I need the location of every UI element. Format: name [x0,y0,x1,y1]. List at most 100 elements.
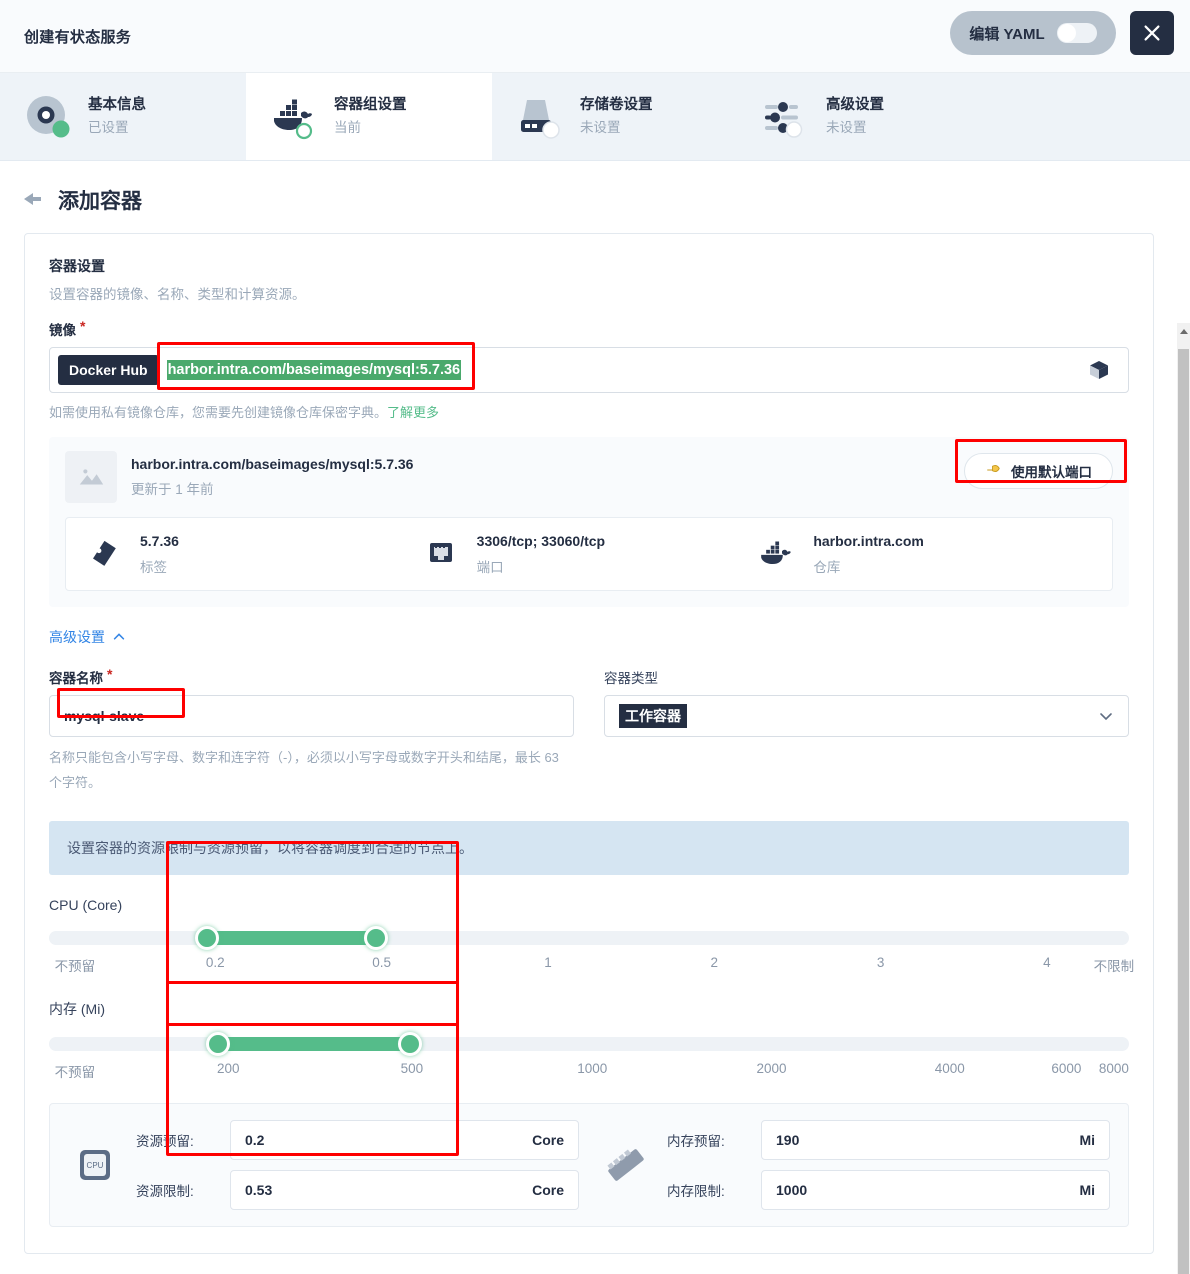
learn-more-link[interactable]: 了解更多 [387,405,439,420]
tab-pod-settings[interactable]: 容器组设置 当前 [246,73,492,160]
container-name-label-text: 容器名称 [49,671,103,686]
use-default-port-button[interactable]: 使用默认端口 [964,453,1113,489]
memory-limit-line: 内存限制: 1000 Mi [667,1170,1110,1211]
edit-yaml-label: 编辑 YAML [969,25,1045,43]
image-result-name: harbor.intra.com/baseimages/mysql:5.7.36 [131,456,414,472]
cpu-slider-knob-min[interactable] [194,926,219,951]
cpu-tick: 不限制 [1093,959,1135,975]
titlebar-actions: 编辑 YAML [950,11,1174,55]
memory-slider-range [217,1037,410,1052]
use-default-port-label: 使用默认端口 [1011,465,1092,480]
vertical-scrollbar[interactable] [1177,323,1190,1274]
section-title: 容器设置 [49,258,105,274]
edit-yaml-toggle[interactable]: 编辑 YAML [950,11,1116,55]
scroll-content: 添加容器 容器设置 设置容器的镜像、名称、类型和计算资源。 镜像 * Docke… [0,161,1178,1273]
tab-label: 存储卷设置 [580,96,653,113]
cpu-limit-input[interactable]: 0.53 Core [230,1170,579,1211]
tab-basic-info[interactable]: 基本信息 已设置 [0,73,246,160]
memory-tick: 200 [217,1061,240,1077]
cpu-slider-range [206,931,373,946]
container-type-label: 容器类型 [604,667,1129,687]
back-arrow-icon[interactable] [20,188,44,212]
name-type-row: 容器名称 * mysql-slave 名称只能包含小写字母、数字和连字符（-），… [49,651,1129,795]
close-button[interactable] [1130,11,1174,55]
meta-key: 端口 [476,559,504,575]
docker-icon [757,534,797,574]
container-settings-card: 容器设置 设置容器的镜像、名称、类型和计算资源。 镜像 * Docker Hub… [24,233,1154,1255]
advanced-settings-toggle[interactable]: 高级设置 [49,627,126,647]
meta-value: harbor.intra.com [813,532,924,549]
tab-status: 未设置 [826,119,867,135]
close-icon [1144,25,1160,41]
memory-slider-knob-min[interactable] [205,1032,230,1057]
resource-fields-box: CPU 资源预留: 0.2 Core 资源限制: 0.53 Core 内存预留:… [49,1103,1129,1228]
image-label-text: 镜像 [49,323,76,338]
cpu-slider-ticks: 不预留 0.2 0.5 1 2 3 4 不限制 [49,955,1134,977]
cpu-tick: 2 [710,955,719,971]
container-type-label-text: 容器类型 [604,671,658,686]
disc-icon [22,91,74,143]
scroll-up-button[interactable] [1177,323,1190,340]
meta-registry: harbor.intra.com 仓库 [757,533,1094,576]
tab-label: 基本信息 [88,96,146,113]
image-input-value[interactable]: harbor.intra.com/baseimages/mysql:5.7.36 [166,360,462,380]
toggle-switch-icon[interactable] [1056,23,1097,43]
memory-tick: 2000 [756,1061,787,1077]
memory-tick: 500 [400,1061,424,1077]
cpu-resource-group: CPU 资源预留: 0.2 Core 资源限制: 0.53 Core [68,1120,579,1211]
meta-tag: 5.7.36 标签 [84,533,421,576]
required-asterisk: * [107,666,113,682]
cube-icon[interactable] [1087,358,1111,382]
tab-volume-settings[interactable]: 存储卷设置 未设置 [492,73,738,160]
image-placeholder-icon [65,451,117,503]
image-input[interactable]: Docker Hub harbor.intra.com/baseimages/m… [49,347,1129,393]
memory-slider-track[interactable] [49,1032,1129,1057]
memory-tick: 1000 [577,1061,608,1077]
advanced-toggle-label: 高级设置 [49,629,105,645]
cpu-fields: 资源预留: 0.2 Core 资源限制: 0.53 Core [136,1120,579,1211]
chevron-up-icon [113,633,125,640]
cpu-request-unit: Core [532,1132,564,1149]
scrollbar-thumb[interactable] [1178,349,1189,1274]
image-input-wrapper: Docker Hub harbor.intra.com/baseimages/m… [49,342,1129,393]
memory-slider-title: 内存 (Mi) [49,1001,105,1018]
modal-body: 添加容器 容器设置 设置容器的镜像、名称、类型和计算资源。 镜像 * Docke… [0,161,1190,1274]
cpu-request-value: 0.2 [245,1132,265,1149]
memory-request-line: 内存预留: 190 Mi [667,1120,1110,1161]
container-name-input[interactable]: mysql-slave [49,695,574,737]
container-type-select[interactable]: 工作容器 [604,695,1129,737]
image-hint-text: 如需使用私有镜像仓库，您需要先创建镜像仓库保密字典。 [49,405,388,420]
meta-port: 3306/tcp; 33060/tcp 端口 [421,533,758,576]
resource-notice: 设置容器的资源限制与资源预留，以将容器调度到合适的节点上。 [49,821,1129,876]
registry-badge: Docker Hub [58,355,159,385]
cpu-limit-line: 资源限制: 0.53 Core [136,1170,579,1211]
tab-label: 高级设置 [826,96,884,113]
memory-limit-label: 内存限制: [667,1184,725,1200]
container-name-help: 名称只能包含小写字母、数字和连字符（-），必须以小写字母或数字开头和结尾，最长 … [49,750,559,790]
cpu-tick: 0.5 [372,955,392,971]
meta-value: 3306/tcp; 33060/tcp [476,532,606,549]
sliders-icon [760,91,812,143]
tab-status: 未设置 [580,119,621,135]
required-asterisk: * [80,318,86,334]
memory-limit-value: 1000 [776,1182,808,1199]
memory-limit-unit: Mi [1079,1182,1095,1199]
storage-icon [514,91,566,143]
cpu-slider-track[interactable] [49,926,1129,951]
cpu-slider-knob-max[interactable] [364,926,389,951]
tab-advanced-settings[interactable]: 高级设置 未设置 [738,73,984,160]
port-icon [421,534,461,574]
memory-slider-knob-max[interactable] [397,1032,422,1057]
cpu-tick: 4 [1043,955,1051,971]
cpu-tick: 3 [876,955,885,971]
meta-key: 标签 [140,559,167,575]
memory-limit-input[interactable]: 1000 Mi [761,1170,1110,1211]
section-description: 设置容器的镜像、名称、类型和计算资源。 [49,287,306,302]
memory-request-unit: Mi [1079,1132,1095,1149]
image-meta-row: 5.7.36 标签 3306/tcp; 33060/tcp 端口 harbor.… [65,517,1113,591]
cpu-tick: 0.2 [205,955,225,971]
cpu-request-input[interactable]: 0.2 Core [230,1120,579,1161]
memory-request-input[interactable]: 190 Mi [761,1120,1110,1161]
memory-tick: 6000 [1051,1061,1082,1077]
cpu-icon: CPU [68,1138,122,1192]
